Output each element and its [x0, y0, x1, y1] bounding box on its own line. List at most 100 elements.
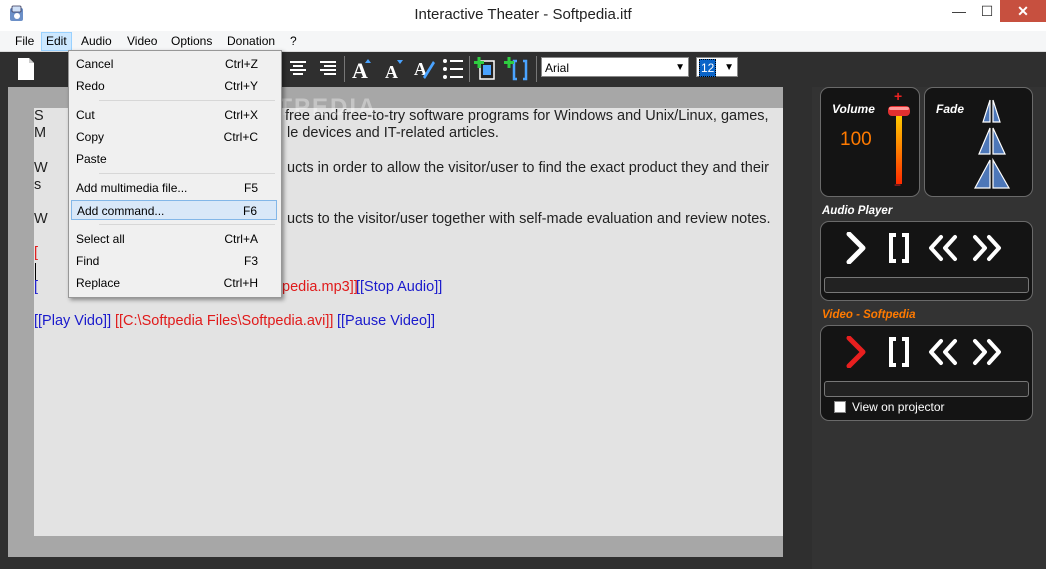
menu-separator [99, 173, 275, 174]
add-command-icon[interactable] [504, 57, 530, 81]
menu-separator [99, 100, 275, 101]
editor-line: le devices and IT-related articles. [287, 125, 499, 141]
close-button[interactable]: ✕ [1000, 0, 1046, 22]
font-color-icon[interactable]: A [411, 57, 435, 81]
pause-video-command[interactable]: [[Pause Video]] [337, 313, 435, 329]
menu-item-replace[interactable]: Replace Ctrl+H [71, 273, 277, 293]
menu-options[interactable]: Options [167, 33, 216, 50]
audio-player-box [820, 221, 1033, 301]
fast-forward-icon[interactable] [969, 338, 1003, 366]
rewind-icon[interactable] [927, 338, 961, 366]
volume-slider[interactable] [885, 102, 913, 186]
align-right-icon[interactable] [318, 59, 338, 79]
menu-item-shortcut: F5 [243, 181, 258, 195]
stop-icon[interactable] [887, 232, 911, 264]
menu-item-shortcut: Ctrl+Z [225, 57, 258, 71]
menu-item-label: Paste [76, 152, 107, 166]
menu-item-label: Cut [76, 108, 95, 122]
menu-donation[interactable]: Donation [223, 33, 279, 50]
svg-text:A: A [352, 58, 368, 81]
menu-item-copy[interactable]: Copy Ctrl+C [71, 127, 277, 147]
menu-help[interactable]: ? [286, 33, 301, 50]
multimedia-file-link[interactable]: [[C:\Softpedia Files\Softpedia.avi]] [115, 313, 333, 329]
video-progress-bar[interactable] [824, 381, 1029, 397]
menu-item-shortcut: Ctrl+H [223, 276, 258, 290]
menu-item-add-command[interactable]: Add command... F6 [71, 200, 277, 220]
fade-triangles-icon[interactable] [973, 98, 1023, 190]
font-size-select[interactable]: 12 ▼ [696, 57, 738, 77]
stop-icon[interactable] [887, 336, 911, 368]
menu-item-redo[interactable]: Redo Ctrl+Y [71, 76, 277, 96]
video-player-label: Video - Softpedia [822, 309, 916, 321]
menu-item-shortcut: Ctrl+Y [224, 79, 258, 93]
font-shrink-icon[interactable]: A [382, 57, 406, 81]
menu-item-label: Replace [76, 276, 121, 290]
edit-menu: Cancel Ctrl+Z Redo Ctrl+Y Cut Ctrl+X Copy Ct… [68, 50, 282, 298]
menu-item-label: Copy [76, 130, 105, 144]
frame [0, 557, 812, 569]
menu-item-label: Add command... [77, 204, 165, 218]
editor-line: M [34, 125, 47, 141]
menu-item-shortcut: Ctrl+X [224, 108, 258, 122]
toolbar-divider [536, 56, 537, 82]
editor-line: [ [34, 279, 39, 295]
rewind-icon[interactable] [927, 234, 961, 262]
align-center-icon[interactable] [288, 59, 308, 79]
menu-separator [99, 224, 275, 225]
menu-item-shortcut: F3 [243, 254, 258, 268]
menu-audio[interactable]: Audio [77, 33, 116, 50]
editor-line: ucts in order to allow the visitor/user … [287, 160, 769, 176]
volume-label: Volume [832, 102, 875, 116]
font-family-select[interactable]: Arial ▼ [541, 57, 689, 77]
control-panel: Volume 100 + − Fade Audio Player Video -… [812, 87, 1046, 569]
font-family-value: Arial [545, 61, 570, 75]
frame [783, 87, 812, 557]
menu-item-cut[interactable]: Cut Ctrl+X [71, 105, 277, 125]
play-icon[interactable] [845, 336, 869, 368]
fast-forward-icon[interactable] [969, 234, 1003, 262]
font-size-value: 12 [699, 59, 717, 77]
bullet-list-icon[interactable] [441, 57, 465, 81]
menu-edit[interactable]: Edit [41, 32, 72, 51]
view-on-projector-checkbox[interactable] [834, 401, 846, 413]
toolbar-divider [469, 56, 470, 82]
play-icon[interactable] [845, 232, 869, 264]
multimedia-file-link[interactable]: pedia.mp3]] [282, 279, 358, 295]
menu-item-shortcut: Ctrl+C [223, 130, 258, 144]
new-document-icon[interactable] [16, 57, 36, 81]
play-video-command[interactable]: [[Play Vido]] [34, 313, 111, 329]
add-multimedia-icon[interactable] [474, 57, 498, 81]
menu-item-shortcut: Ctrl+A [224, 232, 258, 246]
menu-item-label: Add multimedia file... [76, 181, 188, 195]
toolbar-divider [344, 56, 345, 82]
volume-box: Volume 100 + − [820, 87, 920, 197]
audio-progress-bar[interactable] [824, 277, 1029, 293]
text-caret [35, 263, 36, 280]
font-grow-icon[interactable]: A [350, 57, 374, 81]
menu-bar: File Edit Audio Video Options Donation ? [0, 31, 1046, 52]
editor-line: s [34, 177, 42, 193]
menu-item-cancel[interactable]: Cancel Ctrl+Z [71, 54, 277, 74]
maximize-button[interactable]: ☐ [974, 0, 1000, 22]
volume-value: 100 [840, 129, 872, 150]
menu-file[interactable]: File [11, 33, 38, 50]
menu-item-find[interactable]: Find F3 [71, 251, 277, 271]
fade-label: Fade [936, 102, 965, 116]
minimize-button[interactable]: — [944, 0, 974, 22]
chevron-down-icon: ▼ [675, 62, 685, 73]
menu-video[interactable]: Video [123, 33, 161, 50]
menu-item-select-all[interactable]: Select all Ctrl+A [71, 229, 277, 249]
menu-item-shortcut: F6 [242, 204, 257, 218]
fade-box: Fade [924, 87, 1033, 197]
menu-item-add-multimedia-file[interactable]: Add multimedia file... F5 [71, 178, 277, 198]
menu-item-label: Redo [76, 79, 105, 93]
menu-item-paste[interactable]: Paste [71, 149, 277, 169]
view-on-projector-label: View on projector [852, 400, 945, 414]
editor-line: W [34, 160, 48, 176]
svg-text:A: A [385, 62, 398, 81]
menu-item-label: Find [76, 254, 100, 268]
editor-line: [ [34, 245, 39, 261]
title-bar: Interactive Theater - Softpedia.itf — ☐ … [0, 0, 1046, 31]
stop-audio-command[interactable]: [[Stop Audio]] [356, 279, 442, 295]
chevron-down-icon: ▼ [724, 62, 734, 73]
